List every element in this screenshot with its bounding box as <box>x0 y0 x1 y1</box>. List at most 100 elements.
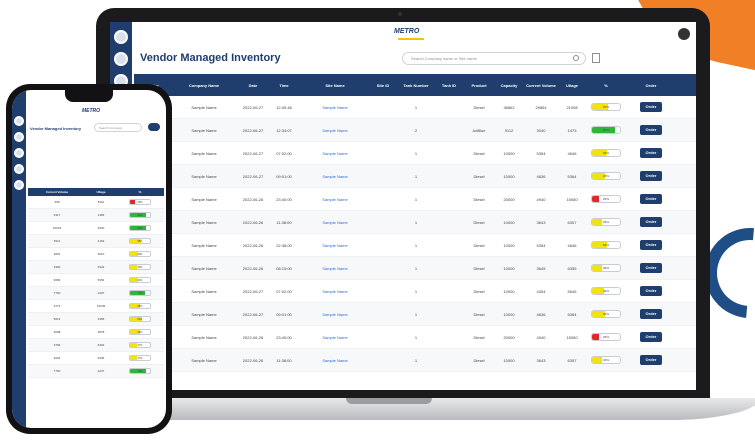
product-cell: AdBlue <box>472 127 486 133</box>
gauge-label: 49% <box>137 330 143 334</box>
inventory-table: ResellerCompany NameDateTimeSite NameSit… <box>134 74 696 372</box>
level-gauge: 37% <box>129 354 151 361</box>
level-gauge: 41% <box>129 276 151 283</box>
export-icon[interactable] <box>592 53 600 63</box>
time-cell: 09:01:00 <box>276 311 292 317</box>
order-button[interactable]: Order <box>640 309 662 319</box>
volume-cell: 5311 <box>53 239 61 243</box>
volume-cell: 5013 <box>53 317 61 321</box>
order-button[interactable]: Order <box>640 263 662 273</box>
percent-cell: 36% <box>586 263 626 273</box>
order-cell: Order <box>626 217 676 227</box>
column-header[interactable]: Site ID <box>368 83 398 88</box>
volume-cell: 3317 <box>53 213 61 217</box>
time-cell: 08:15:00 <box>276 265 292 271</box>
level-gauge: 56% <box>129 237 151 244</box>
column-header[interactable]: Date <box>240 83 266 88</box>
avatar[interactable] <box>678 28 690 40</box>
column-header[interactable]: Site Name <box>302 83 368 88</box>
ullage-cell: 4646 <box>567 150 577 156</box>
page-title: Vendor Managed Inventory <box>140 52 281 64</box>
ullage-cell: 6322 <box>97 265 105 269</box>
site-name-link[interactable]: Sample Name <box>302 266 368 271</box>
column-header[interactable]: Company Name <box>168 83 240 88</box>
percent-cell: 25% <box>116 198 164 206</box>
percent-cell: 36% <box>586 217 626 227</box>
percent-cell: 56% <box>116 237 164 245</box>
mobile-inventory-table: Current Volume Ullage% 368 8110 25% 3317 1383… <box>28 188 164 378</box>
column-header[interactable]: Ullage <box>558 83 586 88</box>
order-button[interactable]: Order <box>640 355 662 365</box>
site-name-link[interactable]: Sample Name <box>302 243 368 248</box>
product-cell: Diesel <box>473 334 485 340</box>
order-button[interactable]: Order <box>640 286 662 296</box>
order-cell: Order <box>626 125 676 135</box>
site-name-link[interactable]: Sample Name <box>302 151 368 156</box>
site-name-link[interactable]: Sample Name <box>302 312 368 317</box>
ullage-cell: 3356 <box>97 317 105 321</box>
ullage-cell: 10639 <box>96 304 106 308</box>
site-name-link[interactable]: Sample Name <box>302 220 368 225</box>
order-button[interactable]: Order <box>640 125 662 135</box>
mobile-sidebar-rail <box>12 90 26 428</box>
ullage-cell: 6402 <box>97 343 105 347</box>
company-cell: Sample Name <box>191 150 217 156</box>
search-input[interactable]: Search Company name or Site name <box>402 52 586 65</box>
volume-cell: 3040 <box>536 127 546 133</box>
table-row: MannSample Name2022-06-2712:30:48Sample … <box>134 96 696 119</box>
site-name-link[interactable]: Sample Name <box>302 289 368 294</box>
company-cell: Sample Name <box>191 311 217 317</box>
order-button[interactable]: Order <box>640 194 662 204</box>
volume-cell: 10003 <box>52 226 62 230</box>
order-button[interactable]: Order <box>640 171 662 181</box>
inventory-icon[interactable] <box>114 52 128 66</box>
site-name-link[interactable]: Sample Name <box>302 358 368 363</box>
site-name-link[interactable]: Sample Name <box>302 128 368 133</box>
capacity-cell: 20000 <box>503 196 515 202</box>
home-icon[interactable] <box>114 30 128 44</box>
gauge-label: 36% <box>602 265 609 270</box>
capacity-cell: 10000 <box>503 357 515 363</box>
phone-screen: METRO Vendor Managed Inventory Search Co… <box>12 90 166 428</box>
percent-cell: 40% <box>116 250 164 258</box>
site-name-link[interactable]: Sample Name <box>302 174 368 179</box>
mobile-column-header[interactable]: % <box>116 190 164 194</box>
mobile-column-header[interactable]: Current Volume <box>28 190 86 194</box>
column-header[interactable]: Product <box>464 83 494 88</box>
column-header[interactable]: Tank Number <box>398 83 434 88</box>
toggle-switch[interactable] <box>148 123 160 131</box>
percent-cell: 49% <box>116 328 164 336</box>
laptop-camera <box>398 12 402 16</box>
home-icon[interactable] <box>14 116 24 126</box>
site-name-link[interactable]: Sample Name <box>302 197 368 202</box>
mobile-search-input[interactable]: Search Company <box>94 123 142 132</box>
mobile-table-row: 5013 3356 60% <box>28 313 164 326</box>
table-row: TimSample Name2022-06-2707:02:00Sample N… <box>134 142 696 165</box>
percent-cell: 41% <box>116 276 164 284</box>
info-icon[interactable] <box>14 148 24 158</box>
gauge-label: 77% <box>137 291 143 295</box>
order-button[interactable]: Order <box>640 240 662 250</box>
order-button[interactable]: Order <box>640 332 662 342</box>
percent-cell: 60% <box>116 315 164 323</box>
column-header[interactable]: Tank ID <box>434 83 464 88</box>
column-header[interactable]: Order <box>626 83 676 88</box>
order-button[interactable]: Order <box>640 148 662 158</box>
inventory-icon[interactable] <box>14 132 24 142</box>
order-button[interactable]: Order <box>640 102 662 112</box>
ullage-cell: 15060 <box>566 196 578 202</box>
date-cell: 2022-06-27 <box>242 288 264 294</box>
site-name-link[interactable]: Sample Name <box>302 105 368 110</box>
menu-icon[interactable] <box>14 180 24 190</box>
settings-icon[interactable] <box>14 164 24 174</box>
mobile-column-header[interactable]: Ullage <box>86 190 116 194</box>
column-header[interactable]: Capacity <box>494 83 524 88</box>
order-button[interactable]: Order <box>640 217 662 227</box>
table-body: MannSample Name2022-06-2712:30:48Sample … <box>134 96 696 372</box>
site-name-link[interactable]: Sample Name <box>302 335 368 340</box>
column-header[interactable]: % <box>586 83 626 88</box>
column-header[interactable]: Current Volume <box>524 83 558 88</box>
mobile-search-placeholder: Search Company <box>99 126 123 130</box>
capacity-cell: 36862 <box>503 104 515 110</box>
column-header[interactable]: Time <box>266 83 302 88</box>
